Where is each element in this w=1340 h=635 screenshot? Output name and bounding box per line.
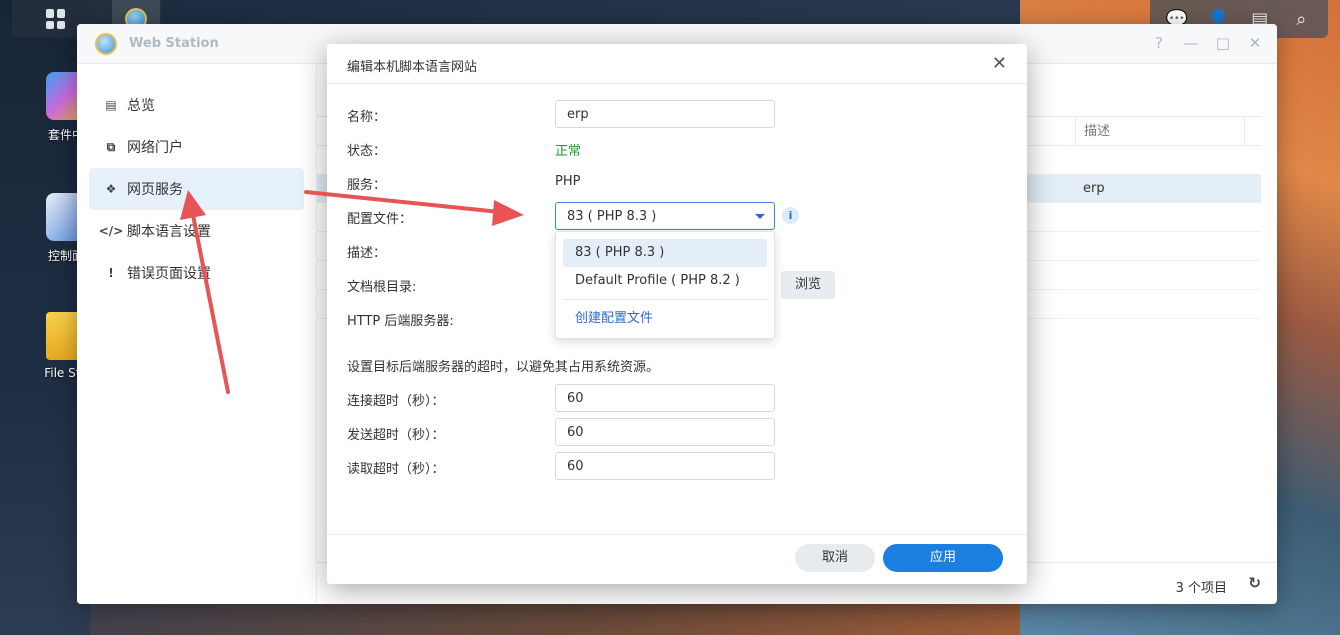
- chevron-down-icon: [755, 214, 765, 219]
- sidebar-item-script-language[interactable]: </> 脚本语言设置: [89, 210, 304, 252]
- refresh-icon[interactable]: ↻: [1248, 574, 1261, 592]
- item-count: 3 个项目: [1175, 581, 1227, 596]
- web-service-icon: ❖: [105, 182, 117, 196]
- sidebar-item-label: 网络门户: [127, 140, 183, 156]
- window-title: Web Station: [129, 36, 219, 51]
- sidebar-item-error-page[interactable]: ! 错误页面设置: [89, 252, 304, 294]
- send-timeout-input[interactable]: 60: [555, 418, 775, 446]
- close-icon[interactable]: ✕: [992, 53, 1007, 74]
- service-value: PHP: [555, 174, 581, 189]
- error-page-icon: !: [108, 266, 114, 280]
- name-input[interactable]: erp: [555, 100, 775, 128]
- web-station-app-icon: [95, 33, 117, 55]
- service-label: 服务：: [347, 178, 387, 193]
- main-menu-icon[interactable]: [32, 0, 80, 38]
- read-timeout-input[interactable]: 60: [555, 452, 775, 480]
- profile-label: 配置文件：: [347, 212, 413, 227]
- column-header-description[interactable]: 描述: [1075, 117, 1245, 146]
- info-icon[interactable]: i: [782, 207, 799, 224]
- code-icon: </>: [98, 224, 124, 238]
- dialog-footer: 取消 应用: [327, 534, 1027, 584]
- cancel-button[interactable]: 取消: [795, 544, 875, 572]
- send-timeout-label: 发送超时（秒）：: [347, 428, 445, 443]
- dropdown-option[interactable]: Default Profile ( PHP 8.2 ): [563, 267, 767, 295]
- dropdown-divider: [563, 299, 767, 300]
- help-icon[interactable]: ?: [1151, 34, 1167, 52]
- name-label: 名称：: [347, 110, 387, 125]
- docroot-label: 文档根目录:: [347, 280, 417, 295]
- sidebar-item-portal[interactable]: ⧉ 网络门户: [89, 126, 304, 168]
- timeout-hint: 设置目标后端服务器的超时，以避免其占用系统资源。: [347, 360, 660, 375]
- search-icon[interactable]: ⌕: [1290, 8, 1312, 30]
- overview-icon: ▤: [105, 98, 117, 112]
- close-icon[interactable]: ✕: [1247, 34, 1263, 52]
- sidebar-item-label: 脚本语言设置: [127, 224, 211, 240]
- sidebar-item-label: 错误页面设置: [127, 266, 211, 282]
- dialog-header: 编辑本机脚本语言网站 ✕: [327, 44, 1027, 84]
- sidebar-item-web-service[interactable]: ❖ 网页服务: [89, 168, 304, 210]
- sidebar-item-label: 网页服务: [127, 182, 183, 198]
- connect-timeout-input[interactable]: 60: [555, 384, 775, 412]
- apply-button[interactable]: 应用: [883, 544, 1003, 572]
- dropdown-option[interactable]: 83 ( PHP 8.3 ): [563, 239, 767, 267]
- portal-icon: ⧉: [106, 139, 116, 154]
- dialog-title: 编辑本机脚本语言网站: [347, 60, 478, 75]
- status-value: 正常: [555, 144, 582, 159]
- minimize-icon[interactable]: —: [1183, 34, 1199, 52]
- connect-timeout-label: 连接超时（秒）：: [347, 394, 445, 409]
- sidebar-item-label: 总览: [127, 98, 155, 114]
- read-timeout-label: 读取超时（秒）：: [347, 462, 445, 477]
- maximize-icon[interactable]: □: [1215, 34, 1231, 52]
- http-backend-label: HTTP 后端服务器:: [347, 314, 454, 329]
- description-label: 描述：: [347, 246, 387, 261]
- profile-select-value: 83 ( PHP 8.3 ): [567, 209, 657, 224]
- create-profile-link[interactable]: 创建配置文件: [563, 304, 767, 334]
- profile-select[interactable]: 83 ( PHP 8.3 ): [555, 202, 775, 230]
- sidebar-item-overview[interactable]: ▤ 总览: [89, 84, 304, 126]
- edit-website-dialog: 编辑本机脚本语言网站 ✕ 名称： erp 状态： 正常 服务： PHP 配置文件…: [327, 44, 1027, 584]
- status-label: 状态：: [347, 144, 387, 159]
- browse-button[interactable]: 浏览: [781, 271, 835, 299]
- profile-dropdown: 83 ( PHP 8.3 ) Default Profile ( PHP 8.2…: [555, 231, 775, 339]
- table-cell-description: erp: [1083, 181, 1105, 196]
- sidebar: ▤ 总览 ⧉ 网络门户 ❖ 网页服务 </> 脚本语言设置 ! 错误页面设置: [77, 64, 317, 604]
